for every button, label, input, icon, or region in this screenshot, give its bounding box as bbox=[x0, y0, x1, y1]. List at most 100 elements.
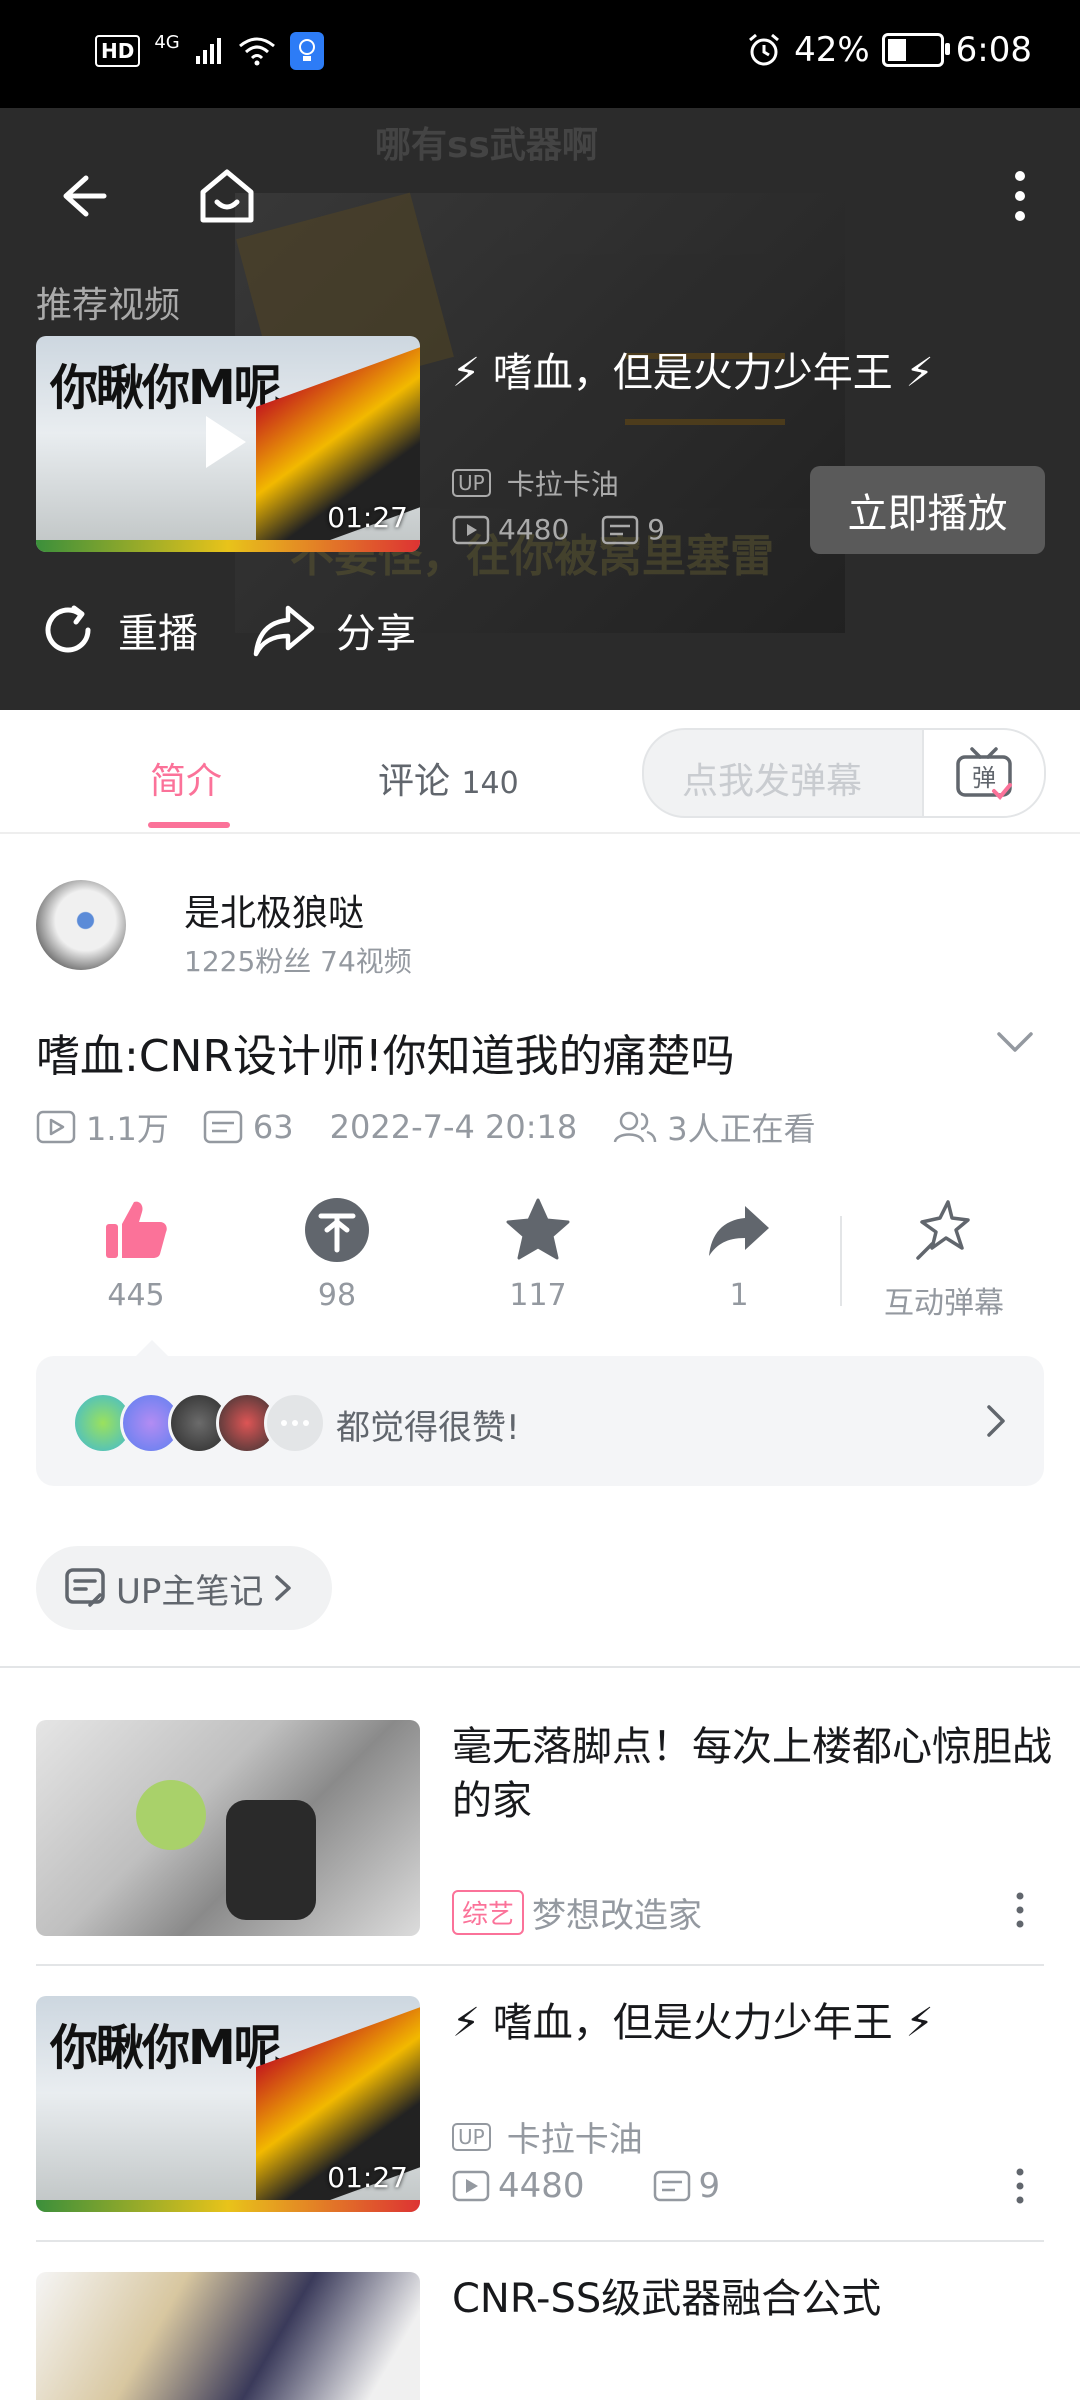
tab-intro[interactable]: 简介 bbox=[150, 752, 222, 804]
share-button[interactable]: 分享 bbox=[250, 598, 416, 662]
list-item[interactable]: 你瞅你M呢 01:27 ⚡ 嗜血，但是火力少年王 ⚡ UP 卡拉卡油 4480 … bbox=[0, 1944, 1080, 2220]
alarm-icon bbox=[749, 33, 780, 66]
play-count-icon bbox=[36, 1110, 76, 1144]
danmaku-placeholder: 点我发弹幕 bbox=[682, 761, 863, 802]
recommended-video-title[interactable]: ⚡ 嗜血，但是火力少年王 ⚡ bbox=[452, 340, 934, 398]
view-count: 4480 bbox=[498, 513, 570, 546]
chevron-right-icon bbox=[987, 1405, 1005, 1437]
coin-icon bbox=[305, 1198, 369, 1262]
danmaku-count-icon bbox=[203, 1110, 243, 1144]
sparkle-star-icon bbox=[916, 1200, 970, 1260]
interactive-danmaku-button[interactable]: 互动弹幕 bbox=[864, 1196, 1024, 1322]
thumbnail-text: 你瞅你M呢 bbox=[50, 360, 282, 416]
replay-button[interactable]: 重播 bbox=[36, 598, 198, 662]
tab-comments-count: 140 bbox=[461, 766, 519, 801]
action-stats-row: 445 98 117 1 互动弹幕 bbox=[0, 1196, 1080, 1326]
wifi-icon bbox=[238, 37, 275, 66]
replay-icon bbox=[45, 605, 91, 653]
feed-thumbnail[interactable]: 你瞅你M呢 01:27 bbox=[36, 1996, 420, 2212]
clock: 6:08 bbox=[955, 30, 1032, 70]
hd-indicator: HD bbox=[95, 35, 141, 67]
share-count: 1 bbox=[729, 1278, 749, 1313]
more-vertical-icon bbox=[1015, 171, 1025, 221]
coin-button[interactable]: 98 bbox=[257, 1196, 417, 1313]
play-now-button[interactable]: 立即播放 bbox=[810, 466, 1045, 554]
author-avatar[interactable] bbox=[36, 880, 126, 970]
danmaku-count-icon bbox=[602, 515, 639, 544]
coin-count: 98 bbox=[317, 1278, 357, 1313]
video-danmaku: 63 bbox=[252, 1108, 294, 1146]
category-tag: 综艺 bbox=[452, 1890, 525, 1935]
author-stats: 1225粉丝 74视频 bbox=[184, 945, 412, 978]
author-name[interactable]: 是北极狼哒 bbox=[184, 884, 364, 936]
play-icon bbox=[206, 416, 246, 468]
danmaku-input[interactable]: 点我发弹幕 弹 bbox=[642, 728, 1046, 818]
video-date: 2022-7-4 20:18 bbox=[329, 1108, 578, 1146]
recommended-video-thumbnail[interactable]: 你瞅你M呢 01:27 bbox=[36, 336, 420, 552]
watching-count: 3人正在看 bbox=[667, 1110, 816, 1148]
chevron-down-icon bbox=[997, 1032, 1033, 1052]
liked-by-bar[interactable]: 都觉得很赞! bbox=[36, 1340, 1044, 1486]
up-notes-button[interactable]: UP主笔记 bbox=[36, 1546, 332, 1630]
tab-active-indicator bbox=[148, 822, 230, 828]
favorite-button[interactable]: 117 bbox=[458, 1196, 618, 1313]
feed-uploader: UP 卡拉卡油 bbox=[452, 2112, 643, 2161]
back-button[interactable] bbox=[52, 166, 112, 226]
watching-icon bbox=[614, 1111, 657, 1143]
favorite-count: 117 bbox=[509, 1278, 567, 1313]
video-title: 嗜血:CNR设计师!你知道我的痛楚吗 bbox=[36, 1031, 735, 1082]
up-notes-label: UP主笔记 bbox=[116, 1571, 264, 1612]
play-count-icon bbox=[452, 515, 490, 544]
tab-bar: 简介 评论 140 点我发弹幕 弹 bbox=[0, 710, 1080, 834]
feed-thumbnail[interactable] bbox=[36, 1720, 420, 1936]
feed-stats: 4480 9 bbox=[452, 2166, 720, 2206]
more-vertical-icon bbox=[1016, 1892, 1024, 1928]
list-item[interactable]: 毫无落脚点！每次上楼都心惊胆战的家 综艺 梦想改造家 bbox=[0, 1668, 1080, 1944]
danmaku-count: 9 bbox=[698, 2166, 721, 2206]
thumbnail-hud bbox=[36, 2200, 420, 2212]
stats-divider bbox=[840, 1216, 842, 1306]
item-more-button[interactable] bbox=[1012, 1890, 1028, 1934]
player-bg-title: 哪有ss武器啊 bbox=[375, 125, 598, 166]
more-vertical-icon bbox=[1016, 2168, 1024, 2204]
share-stat-button[interactable]: 1 bbox=[659, 1196, 819, 1313]
share-label: 分享 bbox=[336, 611, 416, 657]
thumbs-up-icon bbox=[106, 1201, 167, 1258]
star-icon bbox=[506, 1198, 570, 1260]
chevron-right-icon bbox=[275, 1575, 292, 1601]
feed-meta: 综艺 梦想改造家 bbox=[452, 1888, 702, 1937]
network-type: 4G bbox=[154, 32, 180, 53]
play-count-icon bbox=[452, 2170, 490, 2202]
interactive-danmaku-label: 互动弹幕 bbox=[884, 1286, 1004, 1321]
uploader-name: 卡拉卡油 bbox=[506, 468, 619, 501]
home-button[interactable] bbox=[195, 164, 259, 228]
signal-icon bbox=[195, 38, 221, 64]
tab-comments[interactable]: 评论 140 bbox=[378, 752, 519, 804]
feed-title[interactable]: ⚡ 嗜血，但是火力少年王 ⚡ bbox=[452, 1996, 1052, 2050]
video-duration: 01:27 bbox=[327, 501, 408, 534]
tab-comments-label: 评论 bbox=[378, 761, 451, 802]
video-meta: 1.1万 63 2022-7-4 20:18 3人正在看 bbox=[36, 1104, 816, 1150]
danmaku-toggle-button[interactable]: 弹 bbox=[922, 730, 1044, 816]
uploader-name: 卡拉卡油 bbox=[506, 2120, 643, 2160]
feed-title[interactable]: 毫无落脚点！每次上楼都心惊胆战的家 bbox=[452, 1720, 1052, 1828]
home-icon bbox=[200, 169, 254, 223]
danmaku-tv-icon: 弹 bbox=[956, 747, 1012, 800]
danmaku-btn-label: 弹 bbox=[972, 764, 996, 792]
list-item[interactable]: CNR-SS级武器融合公式 bbox=[0, 2220, 1080, 2400]
replay-label: 重播 bbox=[118, 611, 198, 657]
danmaku-count: 9 bbox=[647, 513, 666, 546]
video-duration: 01:27 bbox=[327, 2161, 408, 2194]
share-icon bbox=[253, 605, 315, 657]
like-count: 445 bbox=[107, 1278, 165, 1313]
like-button[interactable]: 445 bbox=[56, 1196, 216, 1313]
expand-description-button[interactable] bbox=[995, 1028, 1035, 1060]
feed-thumbnail[interactable] bbox=[36, 2272, 420, 2400]
feed-title[interactable]: CNR-SS级武器融合公式 bbox=[452, 2272, 1052, 2326]
video-player[interactable]: 哪有ss武器啊 不要怪，往你被窝里塞雷 推荐视频 你瞅你M呢 01:27 ⚡ 嗜… bbox=[0, 108, 1080, 710]
video-views: 1.1万 bbox=[86, 1110, 169, 1148]
battery-percent: 42% bbox=[794, 30, 870, 70]
recommend-label: 推荐视频 bbox=[36, 285, 181, 326]
more-menu-button[interactable] bbox=[1002, 166, 1038, 226]
item-more-button[interactable] bbox=[1012, 2166, 1028, 2210]
